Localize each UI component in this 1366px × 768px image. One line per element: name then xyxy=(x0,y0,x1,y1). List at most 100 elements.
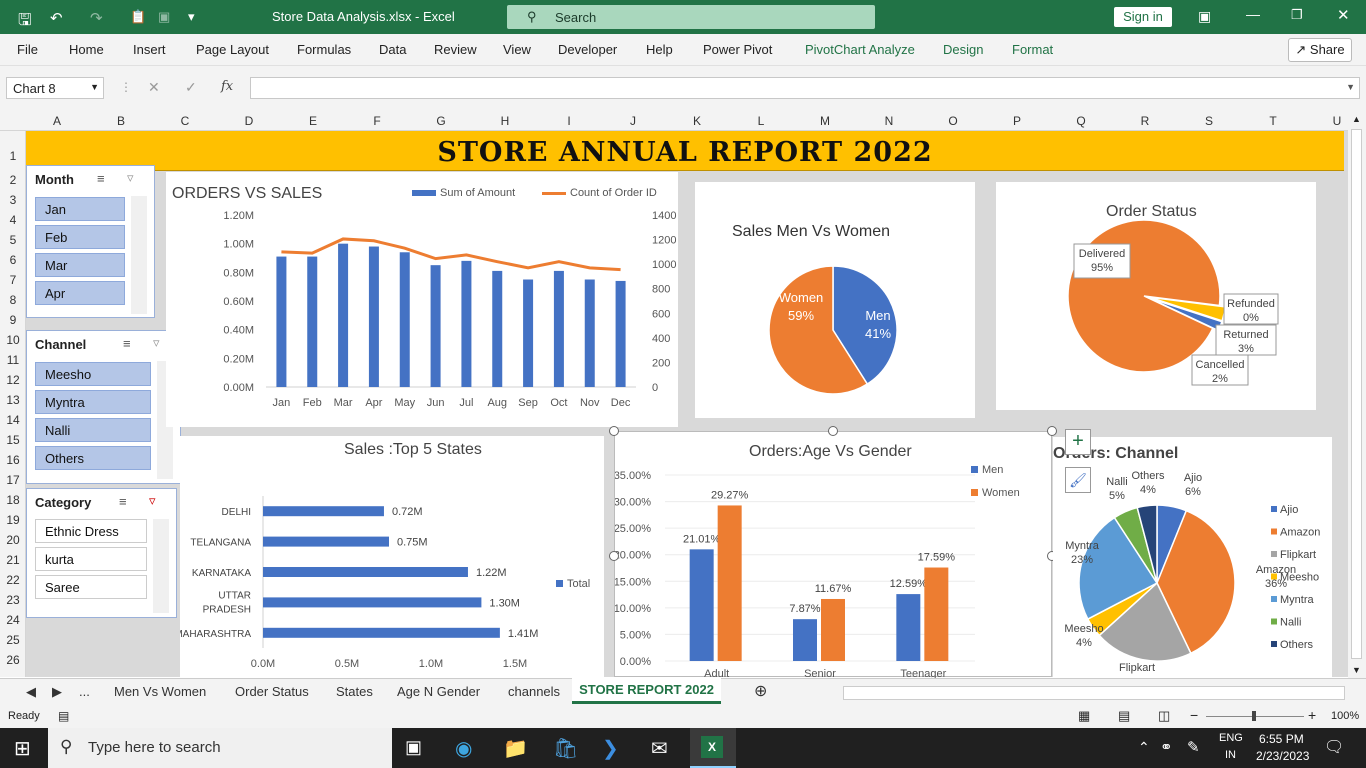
tab-scroll-left-icon[interactable]: ◀ xyxy=(26,684,36,700)
clear-filter-icon[interactable]: ▿ xyxy=(153,335,160,351)
minimize-icon[interactable]: — xyxy=(1246,6,1260,22)
tab-men-vs-women[interactable]: Men Vs Women xyxy=(114,684,206,699)
expand-formula-icon[interactable]: ▼ xyxy=(1346,82,1355,92)
slicer-month[interactable]: Month ≡ ▿ Jan Feb Mar Apr xyxy=(26,165,155,318)
redo-icon[interactable]: ↷ xyxy=(90,9,103,27)
chart-men-vs-women[interactable]: Sales Men Vs Women Men 41% Women 59% xyxy=(695,182,975,418)
close-icon[interactable]: ✕ xyxy=(1337,6,1350,24)
menu-home[interactable]: Home xyxy=(69,42,104,57)
ribbon-display-icon[interactable]: ▣ xyxy=(1198,8,1211,25)
menu-power-pivot[interactable]: Power Pivot xyxy=(703,42,772,57)
horizontal-scrollbar[interactable] xyxy=(843,686,1345,700)
slicer-item[interactable]: kurta xyxy=(35,547,147,571)
menu-developer[interactable]: Developer xyxy=(558,42,617,57)
taskbar-search[interactable]: ⚲ Type here to search xyxy=(48,728,392,768)
edge-icon[interactable]: ◉ xyxy=(455,736,472,761)
multi-select-icon[interactable]: ≡ xyxy=(97,171,105,186)
tab-store-report-2022[interactable]: STORE REPORT 2022 xyxy=(572,678,721,704)
pen-icon[interactable]: ✎ xyxy=(1187,738,1200,756)
chart-styles-button[interactable]: 🖌 xyxy=(1065,467,1091,493)
menu-view[interactable]: View xyxy=(503,42,531,57)
scroll-down-icon[interactable]: ▼ xyxy=(1352,665,1361,675)
menu-design[interactable]: Design xyxy=(943,42,983,57)
menu-formulas[interactable]: Formulas xyxy=(297,42,351,57)
slicer-item[interactable]: Myntra xyxy=(35,390,151,414)
store-icon[interactable]: 🛍 xyxy=(553,736,578,761)
slicer-item[interactable]: Saree xyxy=(35,575,147,599)
slicer-item[interactable]: Mar xyxy=(35,253,125,277)
formula-input[interactable]: ▼ xyxy=(250,77,1360,99)
zoom-slider-thumb[interactable] xyxy=(1252,711,1256,721)
menu-review[interactable]: Review xyxy=(434,42,477,57)
share-button[interactable]: ↗ Share xyxy=(1288,38,1352,62)
vscode-icon[interactable]: ❯ xyxy=(602,736,619,761)
enter-icon[interactable]: ✓ xyxy=(185,79,197,96)
camera-icon[interactable]: ▣ xyxy=(158,9,170,25)
menu-pivotchart-analyze[interactable]: PivotChart Analyze xyxy=(805,42,915,57)
chart-elements-button[interactable]: + xyxy=(1065,429,1091,455)
slicer-item[interactable]: Apr xyxy=(35,281,125,305)
menu-format[interactable]: Format xyxy=(1012,42,1053,57)
excel-taskbar-button[interactable]: X xyxy=(690,728,736,768)
windows-start-icon[interactable]: ⊞ xyxy=(14,736,31,761)
clock-time[interactable]: 6:55 PM xyxy=(1259,732,1304,746)
name-box[interactable]: Chart 8 ▼ xyxy=(6,77,104,99)
tray-chevron-icon[interactable]: ⌃ xyxy=(1138,739,1150,756)
scroll-thumb[interactable] xyxy=(1351,129,1362,659)
resize-handle[interactable] xyxy=(609,551,619,561)
slicer-channel[interactable]: Channel ≡ ▿ Meesho Myntra Nalli Others xyxy=(26,330,181,484)
network-icon[interactable]: ⚭ xyxy=(1160,738,1173,756)
slicer-item[interactable]: Ethnic Dress xyxy=(35,519,147,543)
tab-states[interactable]: States xyxy=(336,684,373,699)
clipboard-icon[interactable]: 📋 xyxy=(130,9,146,25)
menu-insert[interactable]: Insert xyxy=(133,42,166,57)
chart-top-states[interactable]: Sales :Top 5 States 0.0M 0.5M 1.0M 1.5M 0.72… xyxy=(180,436,604,677)
chart-orders-channel[interactable]: Orders: Channel Ajio 6% Amazon 36% Flipkart M… xyxy=(1053,429,1332,677)
tab-more[interactable]: ... xyxy=(79,684,90,699)
menu-file[interactable]: File xyxy=(17,42,38,57)
slicer-item[interactable]: Others xyxy=(35,446,151,470)
tab-age-n-gender[interactable]: Age N Gender xyxy=(397,684,480,699)
page-break-view-icon[interactable]: ◫ xyxy=(1158,708,1170,724)
scroll-up-icon[interactable]: ▲ xyxy=(1352,114,1361,124)
resize-handle[interactable] xyxy=(1047,426,1057,436)
file-explorer-icon[interactable]: 📁 xyxy=(503,736,528,761)
zoom-in-icon[interactable]: + xyxy=(1308,707,1316,723)
multi-select-icon[interactable]: ≡ xyxy=(123,336,131,351)
zoom-out-icon[interactable]: − xyxy=(1190,707,1198,723)
slicer-item[interactable]: Nalli xyxy=(35,418,151,442)
restore-icon[interactable]: ❐ xyxy=(1291,7,1303,23)
slicer-category[interactable]: Category ≡ ▿ Ethnic Dress kurta Saree xyxy=(26,488,177,618)
insert-function-icon[interactable]: fx xyxy=(221,79,233,94)
multi-select-icon[interactable]: ≡ xyxy=(119,494,127,509)
clear-filter-icon[interactable]: ▿ xyxy=(127,170,134,186)
search-box[interactable]: ⚲ Search xyxy=(507,5,875,29)
tab-order-status[interactable]: Order Status xyxy=(235,684,309,699)
add-sheet-icon[interactable]: ⊕ xyxy=(754,681,767,701)
mail-icon[interactable]: ✉ xyxy=(651,736,668,761)
accessibility-icon[interactable]: ▤ xyxy=(58,709,69,723)
chart-orders-vs-sales[interactable]: ORDERS VS SALES Sum of Amount Count of O… xyxy=(166,172,678,427)
chart-order-status[interactable]: Order Status Delivered 95% Refunded 0% Retur… xyxy=(996,182,1316,410)
vertical-scrollbar[interactable]: ▲ ▼ xyxy=(1348,112,1366,678)
clock-date[interactable]: 2/23/2023 xyxy=(1256,749,1309,763)
slicer-item[interactable]: Feb xyxy=(35,225,125,249)
chart-age-vs-gender[interactable]: Orders:Age Vs Gender 0.00% 5.00% 10.00% 15.… xyxy=(609,426,1057,678)
normal-view-icon[interactable]: ▦ xyxy=(1078,708,1090,724)
slicer-item[interactable]: Meesho xyxy=(35,362,151,386)
notification-icon[interactable]: 🗨 xyxy=(1324,737,1344,757)
cancel-icon[interactable]: ✕ xyxy=(148,79,160,96)
undo-icon[interactable]: ↶ xyxy=(50,9,63,27)
slicer-scrollbar[interactable] xyxy=(131,196,147,314)
page-layout-view-icon[interactable]: ▤ xyxy=(1118,708,1130,724)
resize-handle[interactable] xyxy=(828,426,838,436)
resize-handle[interactable] xyxy=(609,426,619,436)
customize-qat-icon[interactable]: ▾ xyxy=(188,9,195,25)
sign-in-button[interactable]: Sign in xyxy=(1114,7,1172,27)
slicer-item[interactable]: Jan xyxy=(35,197,125,221)
save-icon[interactable]: 🖫 xyxy=(18,9,32,36)
region-code[interactable]: IN xyxy=(1225,749,1236,761)
menu-help[interactable]: Help xyxy=(646,42,673,57)
tab-channels[interactable]: channels xyxy=(508,684,560,699)
tab-scroll-right-icon[interactable]: ▶ xyxy=(52,684,62,700)
